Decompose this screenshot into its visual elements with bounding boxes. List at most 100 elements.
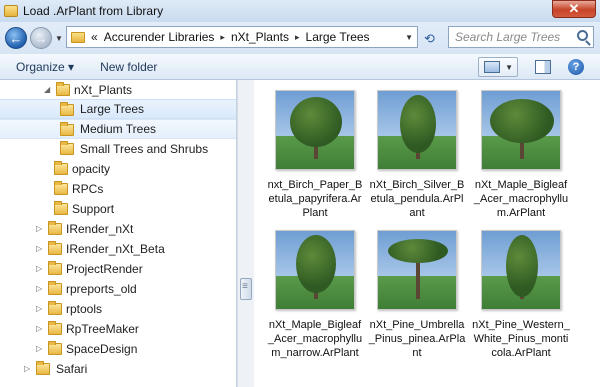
breadcrumb-accurender-libraries[interactable]: Accurender Libraries (104, 30, 215, 44)
help-icon[interactable]: ? (568, 59, 584, 75)
tree-crown-shape (506, 235, 538, 297)
collapsed-arrow-icon[interactable]: ▷ (36, 344, 42, 353)
tree-item-label: nXt_Plants (74, 83, 133, 97)
folder-icon (60, 122, 74, 136)
folder-icon (48, 341, 62, 355)
navigation-pane[interactable]: ◢ nXt_Plants Large Trees Medium Trees Sm… (0, 80, 237, 387)
tree-crown-shape (296, 235, 336, 293)
change-view-button[interactable]: ▼ (478, 57, 518, 77)
tree-item-label: Support (72, 202, 115, 216)
search-placeholder: Search Large Trees (455, 30, 561, 44)
tree-item-label: ProjectRender (66, 262, 143, 276)
file-name: nXt_Pine_Umbrella_Pinus_pinea.ArPlant (368, 319, 466, 359)
plant-thumbnail (275, 230, 355, 310)
tree-item-label: IRender_nXt_Beta (66, 242, 165, 256)
folder-icon (36, 361, 50, 375)
collapsed-arrow-icon[interactable]: ▷ (36, 264, 42, 273)
tree-item-medium-trees[interactable]: Medium Trees (0, 119, 236, 139)
navigation-scrollbar[interactable] (237, 80, 254, 387)
title-bar: Load .ArPlant from Library ✕ (0, 0, 600, 22)
back-button[interactable]: ← (5, 27, 27, 49)
file-name: nxt_Birch_Paper_Betula_papyrifera.ArPlan… (267, 179, 363, 219)
plant-thumbnail (377, 90, 457, 170)
folder-icon (54, 161, 68, 175)
collapsed-arrow-icon[interactable]: ▷ (36, 324, 42, 333)
tree-item-nxt-plants[interactable]: ◢ nXt_Plants (0, 80, 236, 100)
tree-item-label: SpaceDesign (66, 342, 138, 356)
views-icon (484, 61, 500, 73)
collapsed-arrow-icon[interactable]: ▷ (36, 284, 42, 293)
file-tile-birch-paper[interactable]: nxt_Birch_Paper_Betula_papyrifera.ArPlan… (266, 90, 364, 220)
tree-crown-shape (400, 95, 436, 153)
breadcrumb-large-trees[interactable]: Large Trees (306, 30, 370, 44)
tree-item-small-trees[interactable]: Small Trees and Shrubs (0, 139, 236, 159)
scrollbar-thumb[interactable] (240, 278, 252, 300)
breadcrumb-separator[interactable]: ▸ (220, 32, 225, 43)
folder-icon (71, 31, 85, 43)
address-bar[interactable]: « Accurender Libraries ▸ nXt_Plants ▸ La… (66, 26, 418, 48)
preview-pane-icon[interactable] (535, 60, 551, 74)
tree-item-support[interactable]: Support (0, 199, 236, 219)
tree-item-label: rptools (66, 302, 103, 316)
tree-item-label: Safari (56, 362, 88, 376)
plant-thumbnail (275, 90, 355, 170)
folder-icon (48, 261, 62, 275)
close-button[interactable]: ✕ (552, 0, 596, 18)
folder-icon (60, 141, 74, 155)
forward-button[interactable]: → (30, 27, 52, 49)
tree-crown-shape (388, 239, 448, 263)
breadcrumb-nxt-plants[interactable]: nXt_Plants (231, 30, 289, 44)
tree-trunk-shape (416, 261, 420, 299)
folder-icon (54, 201, 68, 215)
folder-icon (60, 102, 74, 116)
address-dropdown-icon[interactable]: ▼ (405, 33, 413, 42)
tree-item-rptreemaker[interactable]: ▷ RpTreeMaker (0, 319, 236, 339)
collapsed-arrow-icon[interactable]: ▷ (36, 244, 42, 253)
folder-icon (48, 281, 62, 295)
tree-item-large-trees[interactable]: Large Trees (0, 99, 236, 119)
folder-app-icon (4, 5, 18, 17)
plant-thumbnail (481, 90, 561, 170)
tree-item-rpreports-old[interactable]: ▷ rpreports_old (0, 279, 236, 299)
file-tile-pine-umbrella[interactable]: nXt_Pine_Umbrella_Pinus_pinea.ArPlant (368, 230, 466, 360)
folder-icon (48, 221, 62, 235)
expanded-arrow-icon[interactable]: ◢ (44, 85, 50, 94)
collapsed-arrow-icon[interactable]: ▷ (24, 364, 30, 373)
recent-pages-dropdown[interactable]: ▼ (55, 34, 63, 43)
tree-item-projectrender[interactable]: ▷ ProjectRender (0, 259, 236, 279)
tree-item-label: RPCs (72, 182, 104, 196)
tree-item-rptools[interactable]: ▷ rptools (0, 299, 236, 319)
file-list[interactable]: nxt_Birch_Paper_Betula_papyrifera.ArPlan… (254, 80, 600, 387)
refresh-icon[interactable]: ⟲ (424, 31, 435, 47)
search-input[interactable]: Search Large Trees (448, 26, 594, 48)
organize-button[interactable]: Organize ▾ (8, 60, 82, 74)
file-tile-maple-bigleaf-narrow[interactable]: nXt_Maple_Bigleaf_Acer_macrophyllum_narr… (266, 230, 364, 360)
tree-item-label: Small Trees and Shrubs (80, 142, 209, 156)
tree-item-label: Large Trees (80, 102, 145, 116)
plant-thumbnail (481, 230, 561, 310)
search-icon[interactable] (577, 30, 588, 41)
collapsed-arrow-icon[interactable]: ▷ (36, 224, 42, 233)
plant-thumbnail (377, 230, 457, 310)
chevron-down-icon[interactable]: ▼ (505, 63, 513, 72)
tree-item-label: RpTreeMaker (66, 322, 139, 336)
command-toolbar: Organize ▾ New folder ▼ ? (0, 54, 600, 80)
window-title: Load .ArPlant from Library (23, 4, 164, 18)
tree-item-spacedesign[interactable]: ▷ SpaceDesign (0, 339, 236, 359)
tree-item-opacity[interactable]: opacity (0, 159, 236, 179)
file-tile-maple-bigleaf[interactable]: nXt_Maple_Bigleaf_Acer_macrophyllum.ArPl… (472, 90, 570, 220)
tree-item-safari[interactable]: ▷ Safari (0, 359, 236, 379)
breadcrumb-overflow[interactable]: « (91, 30, 98, 44)
folder-icon (48, 301, 62, 315)
file-tile-pine-western-white[interactable]: nXt_Pine_Western_White_Pinus_monticola.A… (472, 230, 570, 360)
file-tile-birch-silver[interactable]: nXt_Birch_Silver_Betula_pendula.ArPlant (368, 90, 466, 220)
tree-item-rpcs[interactable]: RPCs (0, 179, 236, 199)
tree-item-irender-nxt[interactable]: ▷ IRender_nXt (0, 219, 236, 239)
breadcrumb-separator[interactable]: ▸ (295, 32, 300, 43)
tree-item-irender-nxt-beta[interactable]: ▷ IRender_nXt_Beta (0, 239, 236, 259)
tree-crown-shape (490, 99, 554, 143)
tree-item-label: rpreports_old (66, 282, 137, 296)
collapsed-arrow-icon[interactable]: ▷ (36, 304, 42, 313)
new-folder-button[interactable]: New folder (92, 60, 165, 74)
tree-crown-shape (290, 97, 342, 147)
